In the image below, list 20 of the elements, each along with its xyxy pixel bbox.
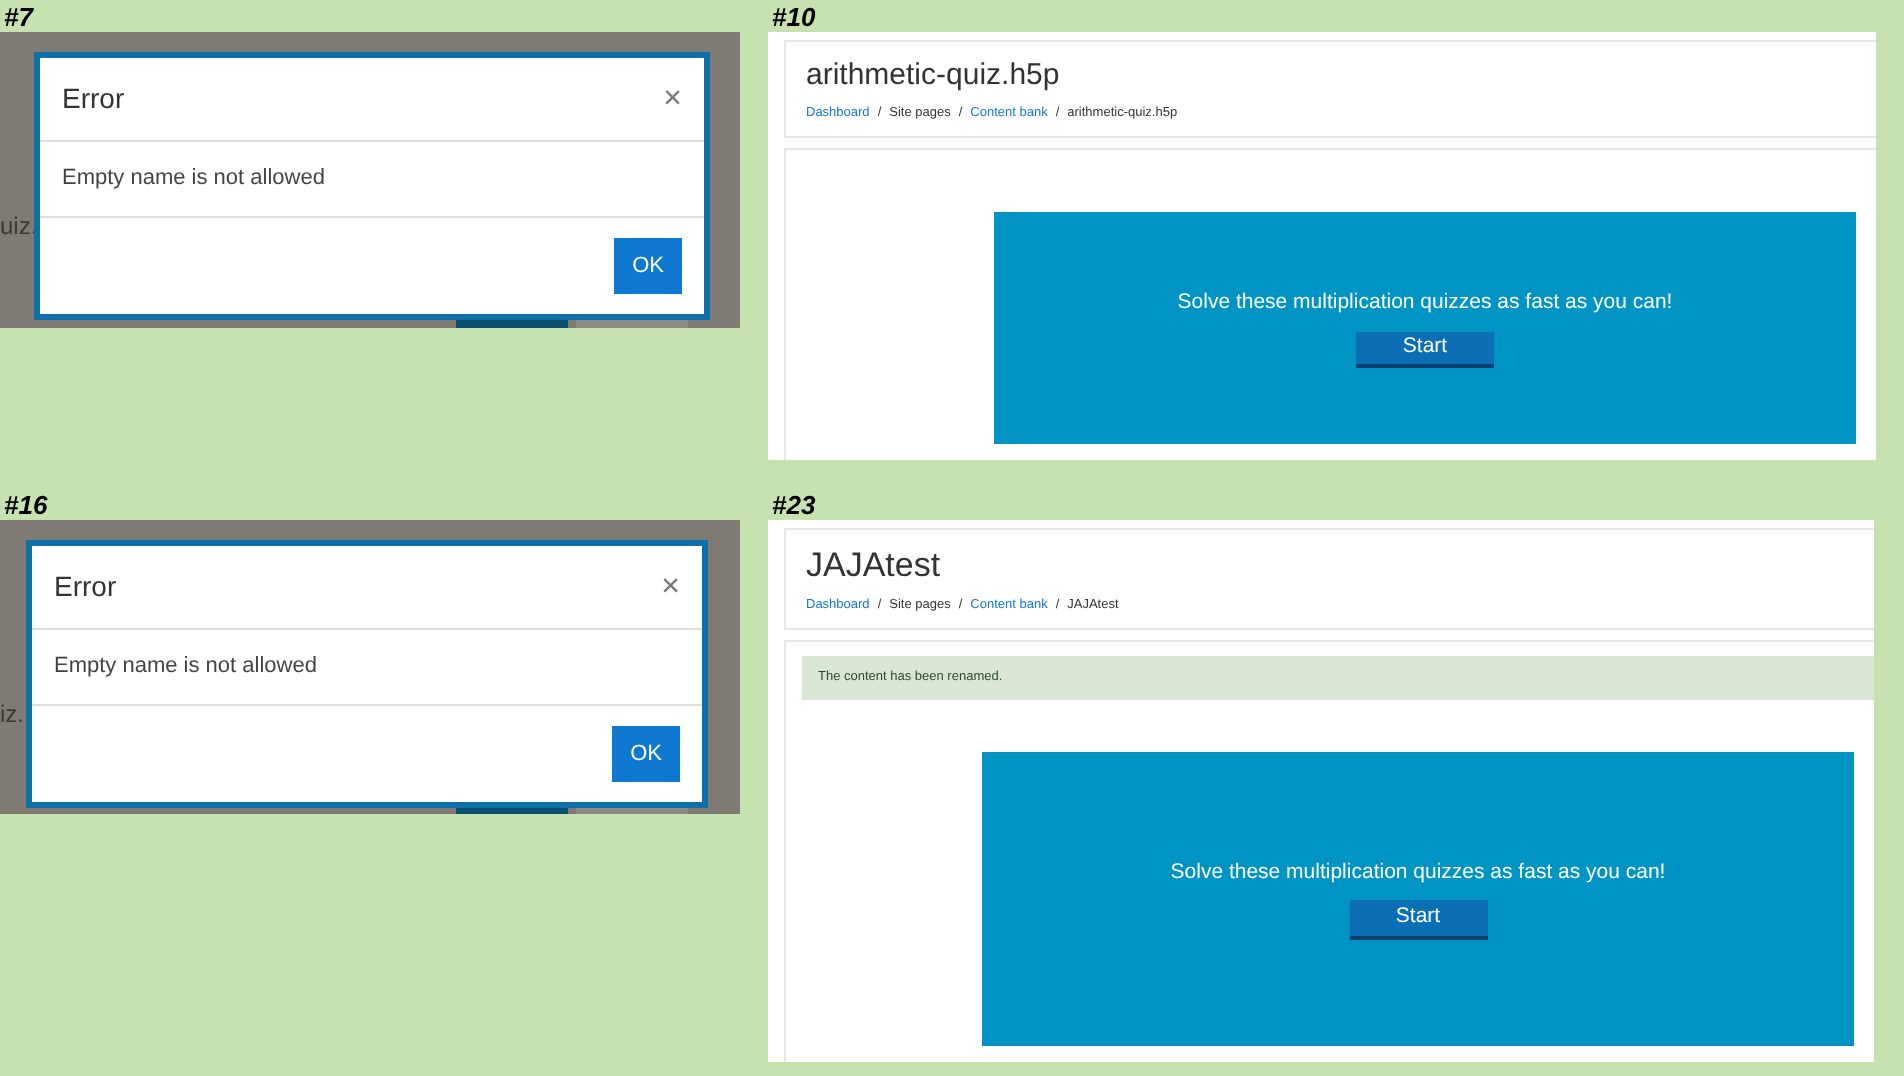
page-title: JAJAtest bbox=[806, 546, 943, 587]
screenshot-number: #23 bbox=[770, 492, 818, 520]
ok-button[interactable]: OK bbox=[612, 725, 680, 782]
quiz-intro-text: Solve these multiplication quizzes as fast as you can! bbox=[1177, 288, 1673, 318]
page-title: arithmetic-quiz.h5p bbox=[806, 58, 1062, 94]
screenshot-number: #10 bbox=[770, 4, 818, 32]
close-button[interactable]: × bbox=[663, 83, 682, 115]
quiz-intro-text: Solve these multiplication quizzes as fast as you can! bbox=[1170, 857, 1666, 888]
screenshot-number: #7 bbox=[2, 4, 36, 32]
close-button[interactable]: × bbox=[661, 571, 680, 603]
dialog-message: Empty name is not allowed bbox=[40, 142, 704, 217]
ok-button[interactable]: OK bbox=[614, 237, 682, 294]
dialog-message: Empty name is not allowed bbox=[32, 630, 702, 705]
start-button[interactable]: Start bbox=[1349, 900, 1487, 941]
partial-label-text: iz. bbox=[0, 698, 24, 732]
start-button[interactable]: Start bbox=[1356, 331, 1494, 368]
screenshot-number: #16 bbox=[2, 492, 50, 520]
dialog-title: Error bbox=[62, 80, 125, 118]
partial-label-text: uiz. bbox=[0, 210, 38, 244]
dialog-title: Error bbox=[54, 568, 117, 606]
